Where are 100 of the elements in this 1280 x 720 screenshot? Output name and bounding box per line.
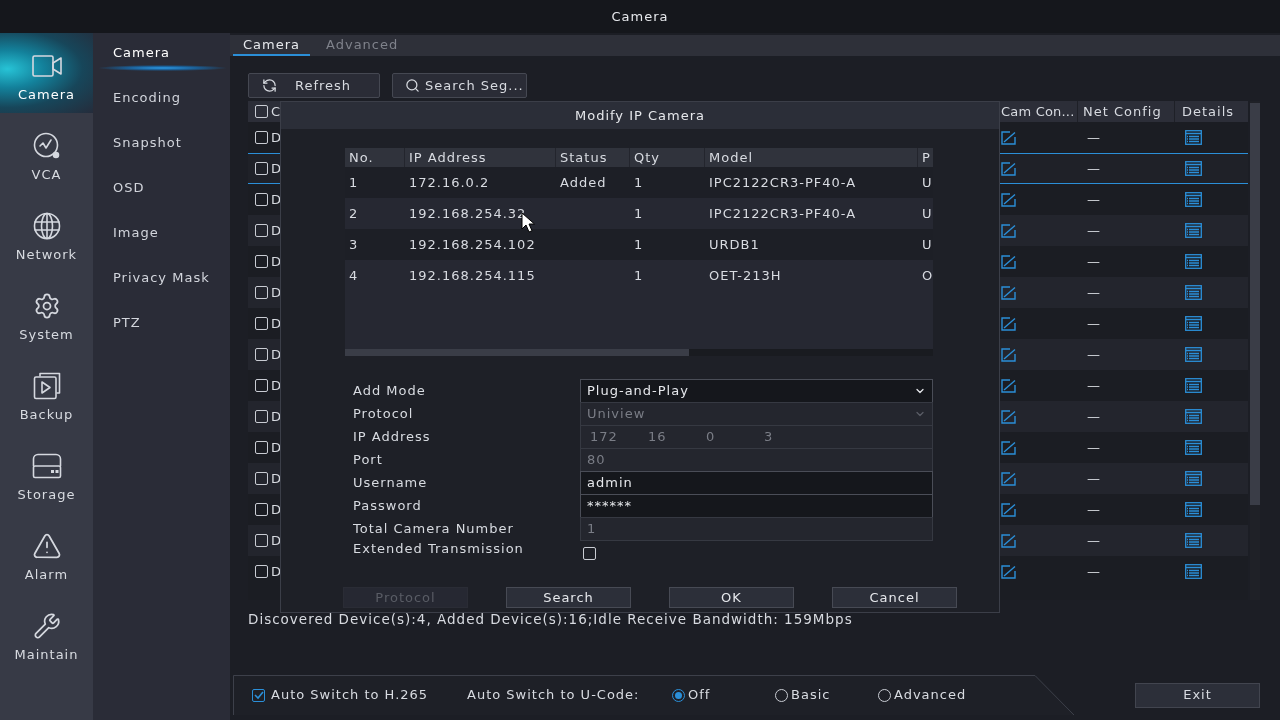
dialog-button[interactable]: Search <box>506 587 631 608</box>
search-icon <box>405 78 420 93</box>
details-list-icon[interactable] <box>1185 192 1202 207</box>
table-cell: 1 <box>634 236 644 252</box>
nav-item[interactable]: Camera <box>0 33 93 113</box>
details-list-icon[interactable] <box>1185 502 1202 517</box>
submenu-item[interactable]: OSD <box>93 168 230 213</box>
password-field[interactable]: ****** <box>580 494 933 518</box>
checkbox[interactable] <box>255 131 268 144</box>
nav-item[interactable]: Maintain <box>0 593 93 673</box>
edit-icon[interactable] <box>1001 285 1016 300</box>
details-list-icon[interactable] <box>1185 409 1202 424</box>
nav-item[interactable]: System <box>0 273 93 353</box>
dialog-button[interactable]: Cancel <box>832 587 957 608</box>
submenu-item[interactable]: Camera <box>93 33 230 78</box>
globe-icon <box>32 212 61 240</box>
edit-icon[interactable] <box>1001 564 1016 579</box>
table-cell: — <box>1087 346 1100 363</box>
details-list-icon[interactable] <box>1185 161 1202 176</box>
radio-label: Basic <box>791 687 831 703</box>
details-list-icon[interactable] <box>1185 378 1202 393</box>
tab[interactable]: Camera <box>233 35 311 56</box>
edit-icon[interactable] <box>1001 502 1016 517</box>
exit-button[interactable]: Exit <box>1135 682 1260 708</box>
table-cell: 2 <box>349 205 359 221</box>
dialog-button[interactable]: OK <box>669 587 794 608</box>
scrollbar-thumb[interactable] <box>1250 103 1260 505</box>
edit-icon[interactable] <box>1001 192 1016 207</box>
details-list-icon[interactable] <box>1185 285 1202 300</box>
checkbox[interactable] <box>252 688 265 702</box>
checkbox[interactable] <box>255 503 268 516</box>
nav-item[interactable]: Backup <box>0 353 93 433</box>
details-list-icon[interactable] <box>1185 471 1202 486</box>
nav-item[interactable]: VCA <box>0 113 93 193</box>
checkbox[interactable] <box>255 224 268 237</box>
details-list-icon[interactable] <box>1185 440 1202 455</box>
field-label: Extended Transmission <box>352 540 525 557</box>
edit-icon[interactable] <box>1001 223 1016 238</box>
details-list-icon[interactable] <box>1185 130 1202 145</box>
search-button[interactable]: Search Seg... <box>392 73 527 98</box>
details-list-icon[interactable] <box>1185 347 1202 362</box>
edit-icon[interactable] <box>1001 254 1016 269</box>
checkbox[interactable] <box>255 565 268 578</box>
submenu-item[interactable]: PTZ <box>93 303 230 348</box>
video-camera-icon <box>31 55 62 77</box>
table-cell: — <box>1087 284 1100 301</box>
checkbox-label: Auto Switch to H.265 <box>271 687 429 703</box>
table-row[interactable]: 3 192.168.254.102 1 URDB1 U <box>345 229 933 260</box>
checkbox[interactable] <box>255 193 268 206</box>
nav-item[interactable]: Network <box>0 193 93 273</box>
submenu-item[interactable]: Snapshot <box>93 123 230 168</box>
checkbox[interactable] <box>255 105 268 118</box>
details-list-icon[interactable] <box>1185 316 1202 331</box>
text-field[interactable]: admin <box>580 471 933 495</box>
checkbox[interactable] <box>255 379 268 392</box>
table-cell: 1 <box>349 174 359 190</box>
checkbox[interactable] <box>255 162 268 175</box>
edit-icon[interactable] <box>1001 161 1016 176</box>
checkbox[interactable] <box>255 255 268 268</box>
table-row[interactable]: 1 172.16.0.2 Added 1 IPC2122CR3-PF40-A U <box>345 167 933 198</box>
warning-icon <box>31 531 62 561</box>
details-list-icon[interactable] <box>1185 564 1202 579</box>
table-cell: — <box>1087 470 1100 487</box>
refresh-button[interactable]: Refresh <box>248 73 380 98</box>
nav-item[interactable]: Storage <box>0 433 93 513</box>
table-cell: 1 <box>634 205 644 221</box>
checkbox[interactable] <box>255 317 268 330</box>
checkbox[interactable] <box>255 286 268 299</box>
submenu-item[interactable]: Image <box>93 213 230 258</box>
edit-icon[interactable] <box>1001 533 1016 548</box>
nav-item[interactable]: Alarm <box>0 513 93 593</box>
table-cell: — <box>1087 129 1100 146</box>
checkbox[interactable] <box>255 534 268 547</box>
edit-icon[interactable] <box>1001 347 1016 362</box>
edit-icon[interactable] <box>1001 440 1016 455</box>
edit-icon[interactable] <box>1001 471 1016 486</box>
table-cell: U <box>922 205 933 221</box>
table-cell: D <box>270 129 280 146</box>
submenu-item[interactable]: Encoding <box>93 78 230 123</box>
table-cell: IPC2122CR3-PF40-A <box>709 174 857 190</box>
scrollbar-thumb[interactable] <box>345 349 689 356</box>
edit-icon[interactable] <box>1001 130 1016 145</box>
edit-icon[interactable] <box>1001 378 1016 393</box>
details-list-icon[interactable] <box>1185 533 1202 548</box>
field-label: Add Mode <box>352 383 427 399</box>
checkbox[interactable] <box>255 348 268 361</box>
details-list-icon[interactable] <box>1185 254 1202 269</box>
checkbox[interactable] <box>255 410 268 423</box>
edit-icon[interactable] <box>1001 316 1016 331</box>
status-text: Discovered Device(s):4, Added Device(s):16;Idle Receive Bandwidth: 159Mbps <box>247 613 854 626</box>
details-list-icon[interactable] <box>1185 223 1202 238</box>
checkbox[interactable] <box>255 472 268 485</box>
edit-icon[interactable] <box>1001 409 1016 424</box>
checkbox[interactable] <box>255 441 268 454</box>
table-cell: O <box>922 267 934 283</box>
table-cell: D <box>270 315 280 332</box>
play-files-icon <box>32 372 61 400</box>
submenu-item[interactable]: Privacy Mask <box>93 258 230 303</box>
checkbox[interactable] <box>583 547 596 560</box>
dropdown-field[interactable]: Plug-and-Play <box>580 379 933 403</box>
